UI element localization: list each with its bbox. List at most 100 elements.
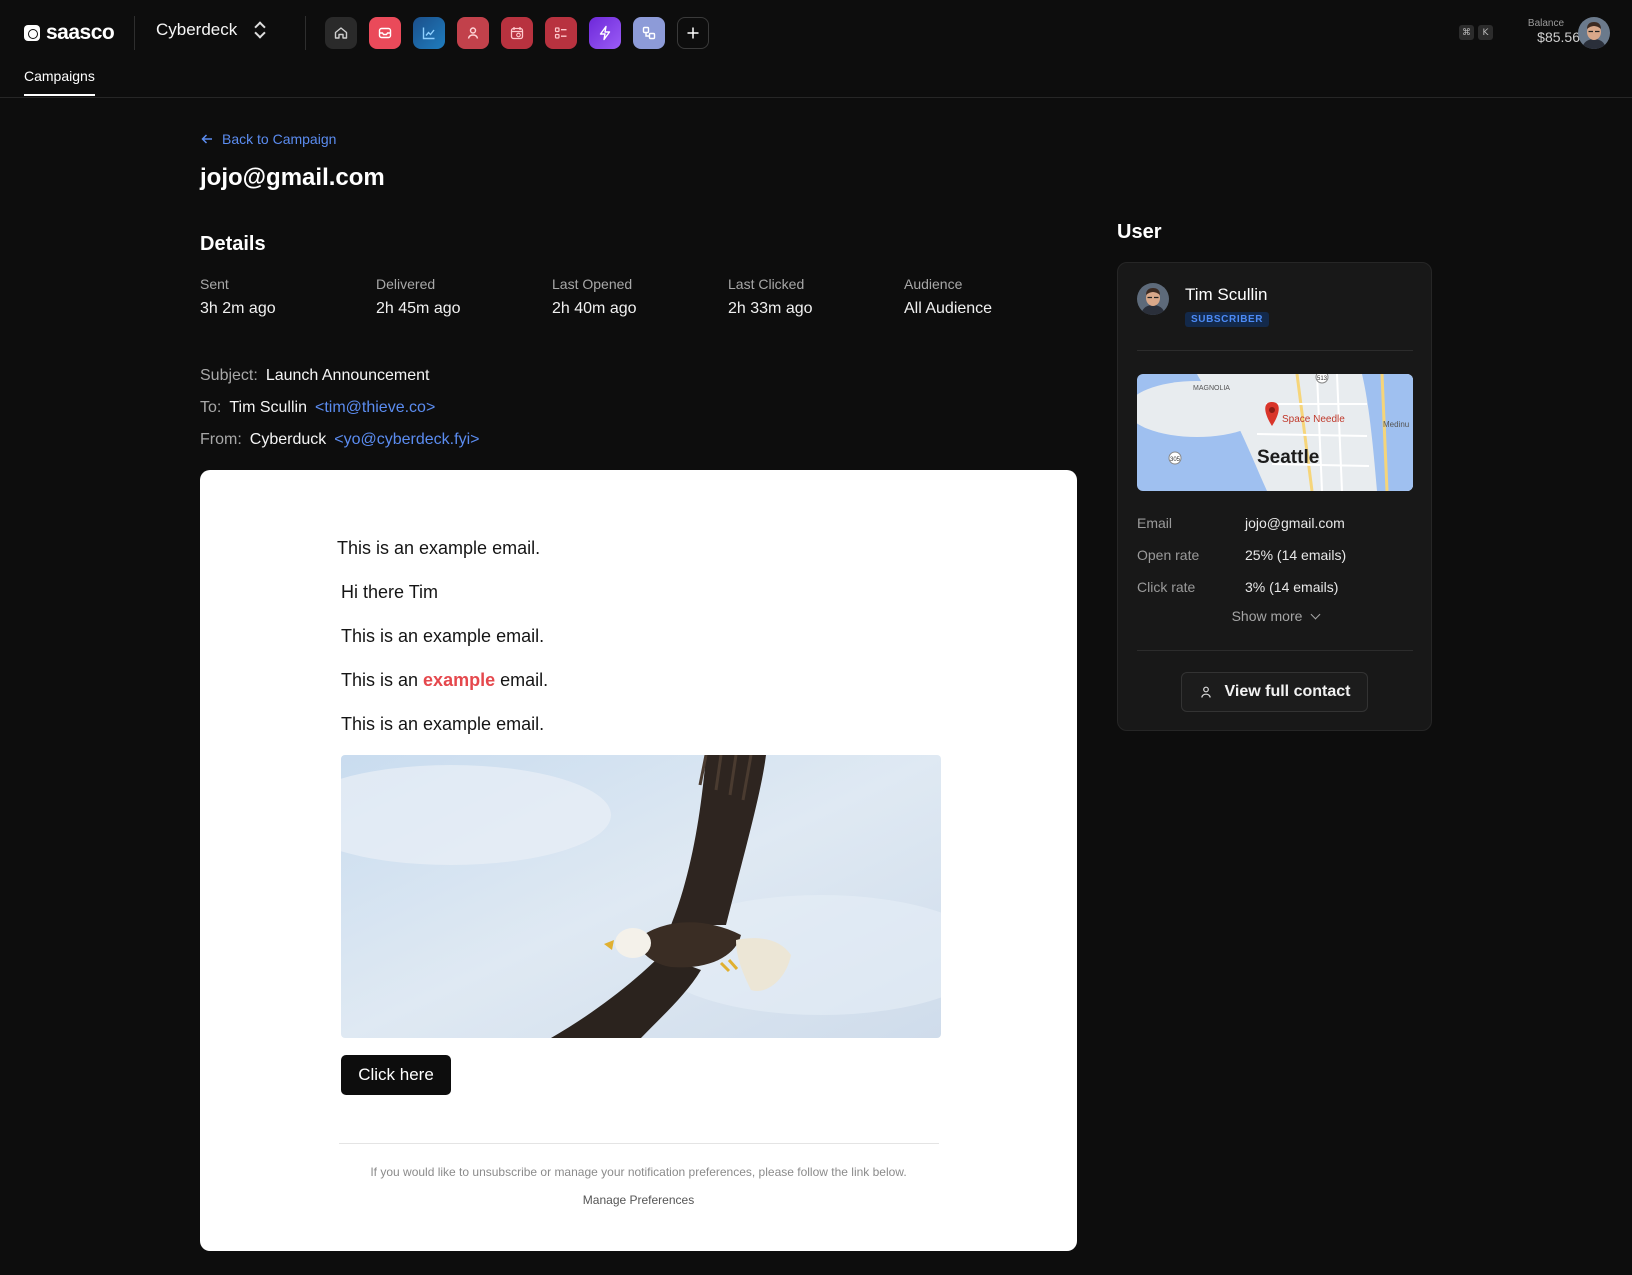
app-calendar[interactable]	[501, 17, 533, 49]
stat-label: Sent	[200, 276, 229, 292]
divider	[305, 16, 306, 50]
line-text: This is an	[341, 670, 419, 690]
stat-label: Last Clicked	[728, 276, 805, 292]
home-icon	[334, 27, 348, 39]
subscriber-badge: SUBSCRIBER	[1185, 312, 1270, 327]
attr-key: Click rate	[1137, 579, 1196, 595]
email-line-highlight: This is an example email.	[341, 670, 548, 691]
app-automations[interactable]	[589, 17, 621, 49]
command-shortcut[interactable]: ⌘ K	[1459, 25, 1493, 40]
map-area-label: Medinu	[1383, 420, 1409, 429]
show-more-label: Show more	[1231, 608, 1303, 624]
location-map[interactable]: Space Needle Seattle MAGNOLIA Medinu 305…	[1137, 374, 1413, 491]
tab-bar: Campaigns	[0, 66, 1632, 98]
eagle-picture	[341, 755, 941, 1038]
workspace-switcher[interactable]: Cyberdeck	[156, 20, 267, 40]
from-email-link[interactable]: <yo@cyberdeck.fyi>	[334, 431, 479, 449]
stat-value: 2h 45m ago	[376, 300, 461, 317]
bolt-icon	[599, 25, 611, 41]
app-checklist[interactable]	[545, 17, 577, 49]
to-email-link[interactable]: <tim@thieve.co>	[315, 399, 435, 417]
calendar-icon	[510, 27, 524, 40]
tab-campaigns[interactable]: Campaigns	[24, 68, 95, 96]
plus-icon	[687, 27, 699, 39]
logo-icon	[24, 25, 40, 41]
back-label: Back to Campaign	[222, 131, 337, 147]
show-more-button[interactable]: Show more	[1118, 608, 1433, 624]
highlight-text: example	[423, 670, 496, 690]
stat-value: 2h 40m ago	[552, 300, 637, 317]
checklist-icon	[554, 27, 567, 39]
balance-label: Balance	[1527, 18, 1565, 29]
to-name: Tim Scullin	[229, 399, 307, 416]
app-home[interactable]	[325, 17, 357, 49]
page-title: jojo@gmail.com	[200, 164, 385, 191]
line-text: email.	[500, 670, 549, 690]
stat-last-clicked: Last Clicked 2h 33m ago	[728, 276, 904, 318]
attr-row: Email jojo@gmail.com	[1137, 507, 1413, 539]
app-analytics[interactable]	[413, 17, 445, 49]
balance-value: $85.56	[1537, 29, 1580, 45]
map-poi-label: Space Needle	[1282, 414, 1345, 425]
avatar-image	[1137, 283, 1169, 315]
attr-value: 25% (14 emails)	[1245, 547, 1347, 563]
email-line: This is an example email.	[341, 626, 545, 646]
user-attributes: Email jojo@gmail.com Open rate 25% (14 e…	[1137, 507, 1413, 603]
attr-key: Open rate	[1137, 547, 1200, 563]
details-title: Details	[200, 233, 266, 255]
app-integrations[interactable]	[633, 17, 665, 49]
email-meta: Subject: Launch Announcement To: Tim Scu…	[200, 360, 479, 456]
user-avatar	[1137, 283, 1169, 315]
email-greeting: Hi there Tim	[341, 582, 439, 602]
back-to-campaign-link[interactable]: Back to Campaign	[200, 131, 336, 147]
account-avatar[interactable]	[1578, 17, 1610, 49]
shapes-icon	[642, 26, 656, 40]
attr-value: jojo@gmail.com	[1245, 515, 1345, 531]
app-mail[interactable]	[369, 17, 401, 49]
unsubscribe-text: If you would like to unsubscribe or mana…	[370, 1165, 907, 1179]
user-section-title: User	[1117, 221, 1162, 243]
top-bar: saasco Cyberdeck ⌘ K Balance $85.56	[0, 0, 1632, 66]
details-stats: Sent 3h 2m ago Delivered 2h 45m ago Last…	[200, 276, 1080, 318]
user-icon	[1200, 686, 1211, 698]
arrow-left-icon	[201, 134, 212, 144]
email-line: This is an example email.	[337, 538, 541, 558]
user-icon	[467, 27, 479, 39]
app-launcher	[325, 17, 709, 49]
stat-label: Delivered	[376, 276, 436, 292]
stat-value: 3h 2m ago	[200, 300, 276, 317]
from-name: Cyberduck	[249, 431, 327, 448]
email-line: This is an example email.	[341, 714, 545, 734]
click-here-button[interactable]: Click here	[341, 1055, 451, 1095]
chevron-down-icon	[1310, 609, 1321, 619]
email-preview: This is an example email. Hi there Tim T…	[200, 470, 1077, 1251]
map-image: Space Needle Seattle MAGNOLIA Medinu 305…	[1137, 374, 1413, 491]
user-card: Tim Scullin SUBSCRIBER Space Needle Seat…	[1117, 262, 1432, 731]
stat-value: 2h 33m ago	[728, 300, 813, 317]
to-key: To:	[200, 399, 222, 416]
stat-delivered: Delivered 2h 45m ago	[376, 276, 552, 318]
manage-preferences-link[interactable]: Manage Preferences	[200, 1193, 1077, 1207]
brand-name: saasco	[46, 21, 115, 44]
chevron-updown-icon	[253, 20, 267, 40]
add-app-button[interactable]	[677, 17, 709, 49]
divider	[1137, 350, 1413, 351]
map-city-label: Seattle	[1257, 447, 1319, 468]
avatar-image	[1578, 17, 1610, 49]
email-divider	[339, 1143, 939, 1144]
map-route-label: 305	[1170, 457, 1181, 463]
from-key: From:	[200, 431, 242, 448]
map-route-label: 513	[1317, 376, 1328, 382]
attr-row: Open rate 25% (14 emails)	[1137, 539, 1413, 571]
stat-label: Last Opened	[552, 276, 633, 292]
attr-value: 3% (14 emails)	[1245, 579, 1339, 595]
stat-label: Audience	[904, 276, 963, 292]
brand-logo[interactable]: saasco	[24, 21, 115, 45]
cmd-key: ⌘	[1459, 25, 1474, 40]
view-full-contact-button[interactable]: View full contact	[1181, 672, 1368, 712]
divider	[134, 16, 135, 50]
to-row: To: Tim Scullin <tim@thieve.co>	[200, 392, 479, 424]
map-area-label: MAGNOLIA	[1193, 385, 1230, 392]
app-contacts[interactable]	[457, 17, 489, 49]
subject-value: Launch Announcement	[265, 367, 430, 384]
